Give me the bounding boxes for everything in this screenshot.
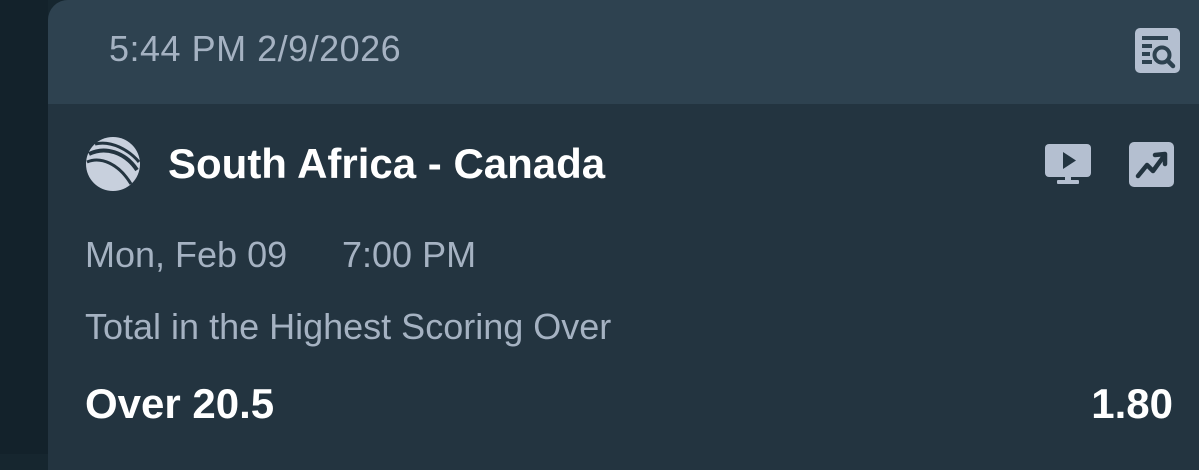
search-list-icon[interactable]	[1135, 28, 1180, 73]
match-title[interactable]: South Africa - Canada	[168, 140, 605, 188]
card-header: 5:44 PM 2/9/2026	[48, 0, 1199, 104]
live-stream-tv-icon[interactable]	[1045, 144, 1091, 184]
bet-odds: 1.80	[1091, 380, 1173, 427]
bet-selection: Over 20.5	[85, 380, 275, 427]
match-time: 7:00 PM	[342, 234, 477, 275]
stats-trend-icon[interactable]	[1129, 142, 1174, 187]
cricket-ball-icon	[85, 136, 141, 192]
match-date: Mon, Feb 09	[85, 234, 288, 275]
bet-timestamp: 5:44 PM 2/9/2026	[109, 28, 402, 69]
left-sidebar-strip	[0, 0, 48, 454]
bet-history-card[interactable]: 5:44 PM 2/9/2026 South Africa - Canada M…	[48, 0, 1199, 470]
market-name: Total in the Highest Scoring Over	[85, 306, 612, 347]
